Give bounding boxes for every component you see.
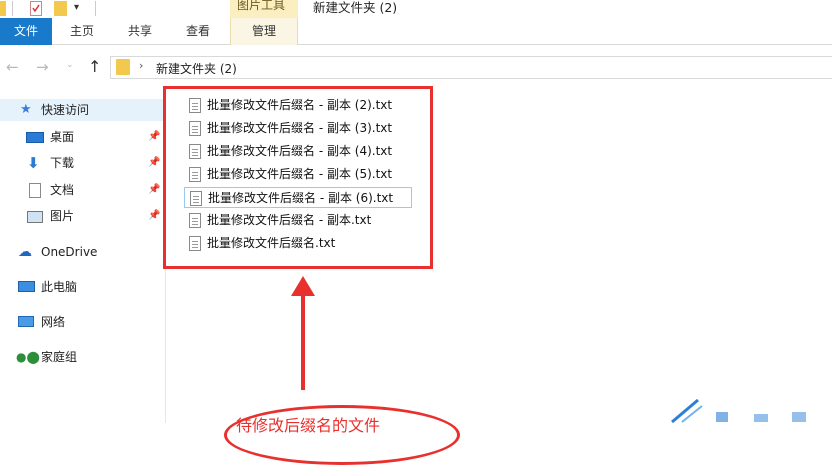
tab-file[interactable]: 文件: [0, 18, 52, 45]
sidebar-item-onedrive[interactable]: ☁ OneDrive: [0, 241, 166, 263]
sidebar-item-downloads[interactable]: ⬇ 下载 📌: [0, 152, 166, 174]
sidebar-item-label: 家庭组: [41, 350, 78, 364]
new-folder-icon[interactable]: [54, 1, 67, 16]
picture-tools-context: 图片工具: [230, 0, 298, 18]
sidebar-item-label: 此电脑: [41, 280, 78, 294]
desktop-icon: [26, 132, 44, 143]
navigation-pane: ★ 快速访问 桌面 📌 ⬇ 下载 📌 文档 📌 图片 📌 ☁ OneDrive …: [0, 95, 166, 423]
pictures-icon: [27, 211, 43, 223]
sidebar-item-this-pc[interactable]: 此电脑: [0, 276, 166, 298]
download-arrow-icon: ⬇: [27, 154, 40, 172]
sidebar-item-network[interactable]: 网络: [0, 311, 166, 333]
tab-home[interactable]: 主页: [60, 18, 104, 45]
sidebar-item-label: 快速访问: [41, 103, 90, 117]
sidebar-item-label: 图片: [50, 209, 75, 223]
forward-arrow-icon[interactable]: →: [36, 58, 49, 76]
title-bar: ▾ 图片工具 新建文件夹 (2): [0, 0, 832, 18]
breadcrumb-current[interactable]: 新建文件夹 (2): [156, 60, 237, 77]
sidebar-item-label: 文档: [50, 183, 75, 197]
pin-icon[interactable]: 📌: [148, 152, 160, 174]
pin-icon[interactable]: 📌: [148, 126, 160, 148]
sidebar-item-quick-access[interactable]: ★ 快速访问: [0, 99, 166, 121]
tab-view[interactable]: 查看: [176, 18, 220, 45]
folder-icon: [116, 59, 130, 75]
pin-icon[interactable]: 📌: [148, 179, 160, 201]
tab-manage[interactable]: 管理: [230, 18, 298, 45]
folder-icon: [0, 1, 6, 16]
divider: [95, 1, 96, 16]
sidebar-item-documents[interactable]: 文档 📌: [0, 179, 166, 201]
highlight-box: [163, 86, 433, 269]
sidebar-item-homegroup[interactable]: ●⬤ 家庭组: [0, 346, 166, 368]
pin-icon[interactable]: 📌: [148, 205, 160, 227]
window-title: 新建文件夹 (2): [313, 0, 398, 15]
properties-icon[interactable]: [30, 1, 42, 16]
up-arrow-annotation-icon: [291, 276, 315, 390]
network-icon: [18, 316, 34, 327]
document-icon: [29, 183, 41, 198]
watermark-logo-icon: [671, 398, 806, 423]
ribbon-tabs: 文件 主页 共享 查看 管理: [0, 18, 832, 45]
sidebar-item-label: 网络: [41, 315, 66, 329]
recent-locations-icon[interactable]: ⌄: [66, 60, 74, 70]
sidebar-item-pictures[interactable]: 图片 📌: [0, 205, 166, 227]
tab-share[interactable]: 共享: [118, 18, 162, 45]
computer-icon: [18, 281, 35, 292]
homegroup-icon: ●⬤: [16, 350, 40, 364]
breadcrumb-chevron-icon[interactable]: ›: [139, 59, 143, 72]
sidebar-item-label: 下载: [50, 156, 75, 170]
customize-toolbar-icon[interactable]: ▾: [74, 1, 86, 16]
annotation-caption: 待修改后缀名的文件: [236, 416, 381, 435]
sidebar-item-label: OneDrive: [41, 245, 98, 259]
up-arrow-icon[interactable]: ↑: [88, 57, 101, 76]
sidebar-item-label: 桌面: [50, 130, 75, 144]
back-arrow-icon[interactable]: ←: [6, 58, 19, 76]
context-group-label: 图片工具: [237, 0, 286, 12]
divider: [12, 1, 13, 16]
sidebar-item-desktop[interactable]: 桌面 📌: [0, 126, 166, 148]
star-icon: ★: [20, 102, 32, 117]
cloud-icon: ☁: [18, 244, 32, 260]
